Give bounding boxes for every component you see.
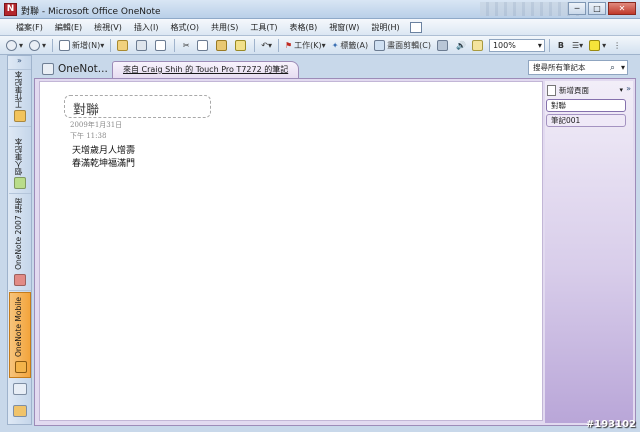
new-button[interactable]: 新增(N) ▾ — [57, 38, 106, 53]
menu-bar: 檔案(F) 編輯(E) 檢視(V) 插入(I) 格式(O) 共用(S) 工具(T… — [0, 19, 640, 36]
notebook-label: OneNote 2007 指南 — [14, 198, 23, 270]
audio-icon[interactable]: 🔊 — [454, 38, 468, 53]
highlight-button[interactable]: ▾ — [587, 38, 608, 53]
page-title-box[interactable]: 對聯 — [64, 95, 211, 118]
watermark: #193102 — [585, 419, 636, 430]
page-area: 對聯 2009年1月31日 下午 11:38 天增歲月人增壽 春滿乾坤福滿門 新… — [34, 78, 636, 426]
tags-button[interactable]: ✦ 標籤(A) — [330, 38, 370, 53]
bold-button[interactable]: B — [554, 38, 568, 53]
new-page-label: 新增頁面 — [559, 85, 589, 95]
section-tab-active[interactable]: 來自 Craig Shih 的 Touch Pro T7272 的筆記 — [112, 61, 300, 78]
bullets-button[interactable]: ☰▾ — [570, 38, 585, 53]
search-placeholder: 搜尋所有筆記本 — [533, 63, 586, 72]
menu-view[interactable]: 檢視(V) — [88, 22, 128, 33]
window-title: 對聯 - Microsoft Office OneNote — [21, 7, 161, 17]
copy-icon[interactable] — [195, 38, 212, 53]
menu-file[interactable]: 檔案(F) — [10, 22, 49, 33]
page-list-pane: 新增頁面 ▾ » 對聯 筆記001 — [545, 81, 633, 423]
format-painter-icon[interactable] — [233, 38, 250, 53]
cut-icon[interactable]: ✂ — [179, 38, 193, 53]
menu-help[interactable]: 說明(H) — [365, 22, 405, 33]
search-input[interactable]: 搜尋所有筆記本 ⌕ ▾ — [528, 60, 628, 75]
chevron-down-icon[interactable]: ▾ — [619, 86, 623, 94]
undo-button[interactable]: ↶▾ — [259, 38, 274, 53]
unfiled-notes-icon[interactable] — [13, 383, 27, 395]
print-icon[interactable] — [134, 38, 151, 53]
menu-edit[interactable]: 編輯(E) — [49, 22, 88, 33]
toolbar-separator — [52, 38, 54, 52]
menu-format[interactable]: 格式(O) — [164, 22, 205, 33]
side-note-icon[interactable] — [409, 21, 422, 33]
forward-button[interactable]: ▾ — [27, 38, 48, 53]
section-tab-strip: OneNot... 來自 Craig Shih 的 Touch Pro T727… — [34, 57, 634, 79]
notebook-tab-label: OneNot... — [58, 63, 108, 75]
page-date: 2009年1月31日 — [70, 121, 123, 129]
search-icon[interactable]: ⌕ — [610, 62, 615, 75]
page-item[interactable]: 筆記001 — [546, 114, 626, 127]
close-button[interactable]: ✕ — [608, 2, 636, 15]
notebook-label: OneNote Mobile — [14, 296, 23, 357]
page-title[interactable]: 對聯 — [73, 99, 99, 118]
notebook-work[interactable]: 工作筆記本 — [9, 71, 31, 127]
task-button[interactable]: ⚑ 工作(K) ▾ — [283, 38, 328, 53]
menu-table[interactable]: 表格(B) — [283, 22, 323, 33]
record-icon[interactable] — [435, 38, 452, 53]
minimize-button[interactable]: ─ — [568, 2, 586, 15]
menu-window[interactable]: 視窗(W) — [323, 22, 365, 33]
notebook-icon — [15, 361, 27, 373]
paste-icon[interactable] — [214, 38, 231, 53]
menu-insert[interactable]: 插入(I) — [128, 22, 165, 33]
notebook-navigation: » 工作筆記本 個人筆記本 OneNote 2007 指南 OneNote Mo… — [7, 55, 32, 425]
notebook-icon — [14, 110, 26, 122]
screen-clipping-button[interactable]: 畫面剪輯(C) — [372, 38, 433, 53]
new-page-button[interactable]: 新增頁面 ▾ — [545, 83, 623, 97]
notebook-icon — [14, 274, 26, 286]
open-icon[interactable] — [115, 38, 132, 53]
note-line[interactable]: 天增歲月人增壽 — [72, 143, 135, 156]
zoom-select[interactable]: 100% — [488, 38, 545, 52]
notebook-guide[interactable]: OneNote 2007 指南 — [9, 195, 31, 291]
toolbar-separator — [254, 38, 256, 52]
blurred-region — [480, 2, 580, 16]
page-icon — [547, 84, 556, 96]
maximize-button[interactable]: □ — [588, 2, 606, 15]
back-button[interactable]: ▾ — [4, 38, 25, 53]
notebook-icon — [42, 63, 54, 75]
chevron-down-icon[interactable]: ▾ — [621, 61, 625, 74]
open-notebook-icon[interactable] — [13, 405, 27, 417]
menu-share[interactable]: 共用(S) — [205, 22, 244, 33]
toolbar-overflow-icon[interactable]: ⋮ — [610, 38, 624, 53]
window-controls: ─ □ ✕ — [568, 2, 636, 15]
notebook-label: 工作筆記本 — [14, 70, 23, 109]
toolbar-separator — [278, 38, 279, 52]
collapse-nav-button[interactable]: » — [8, 56, 31, 70]
menu-tools[interactable]: 工具(T) — [244, 22, 283, 33]
notebook-mobile[interactable]: OneNote Mobile — [9, 292, 31, 378]
note-line[interactable]: 春滿乾坤福滿門 — [72, 156, 135, 169]
note-icon[interactable] — [470, 38, 487, 53]
page-item-selected[interactable]: 對聯 — [546, 99, 626, 112]
notebook-tab[interactable]: OneNot... — [36, 60, 114, 78]
collapse-pagelist-button[interactable]: » — [626, 84, 631, 93]
onenote-app-icon[interactable]: N — [4, 3, 17, 16]
toolbar-separator — [548, 38, 550, 52]
notebook-label: 個人筆記本 — [14, 137, 23, 176]
toolbar-separator — [110, 38, 112, 52]
title-bar: N 對聯 - Microsoft Office OneNote ─ □ ✕ — [0, 0, 640, 19]
print-preview-icon[interactable] — [153, 38, 170, 53]
notebook-personal[interactable]: 個人筆記本 — [9, 128, 31, 194]
note-page[interactable]: 對聯 2009年1月31日 下午 11:38 天增歲月人增壽 春滿乾坤福滿門 — [39, 81, 543, 421]
toolbar-separator — [174, 38, 176, 52]
notebook-icon — [14, 177, 26, 189]
standard-toolbar: ▾ ▾ 新增(N) ▾ ✂ ↶▾ ⚑ 工作(K) ▾ ✦ 標籤(A) 畫面剪輯(C) 🔊… — [0, 36, 640, 55]
page-time: 下午 11:38 — [70, 132, 107, 140]
